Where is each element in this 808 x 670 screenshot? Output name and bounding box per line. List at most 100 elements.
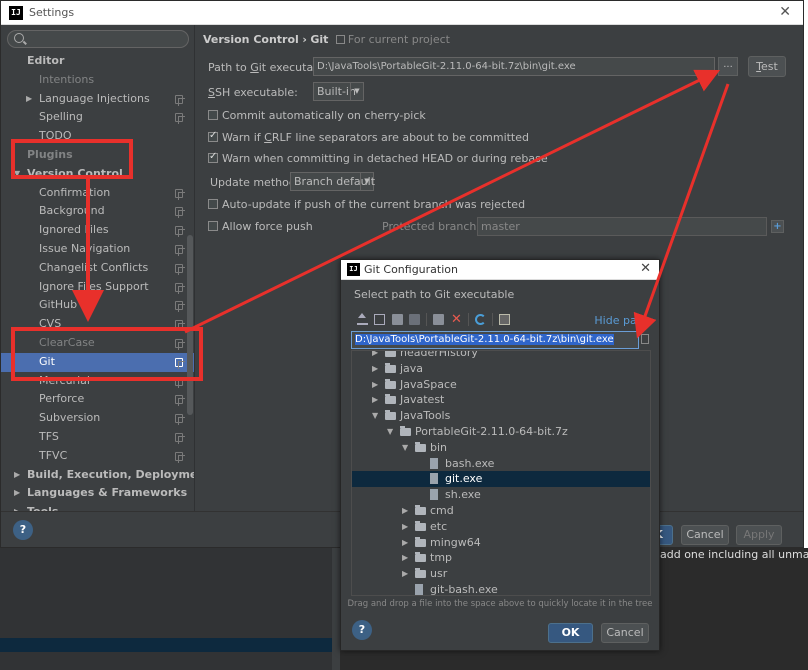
sidebar-item-git[interactable]: Git (1, 352, 194, 372)
folder-item[interactable]: ▼ bin (352, 440, 650, 456)
folder-item[interactable]: ▶ JavaSpace (352, 377, 650, 393)
sidebar-item-editor[interactable]: Editor (1, 52, 194, 71)
sidebar-item-version-control[interactable]: ▼ Version Control (1, 165, 194, 184)
settings-search-input[interactable] (7, 30, 189, 48)
sidebar-item-github[interactable]: GitHub (1, 296, 194, 315)
expand-right-icon[interactable]: ▶ (14, 484, 20, 503)
sidebar-item-tfvc[interactable]: TFVC (1, 447, 194, 466)
crlf-warning-checkbox[interactable] (208, 130, 218, 142)
expand-down-icon[interactable]: ▼ (372, 408, 378, 424)
folder-item[interactable]: ▶ usr (352, 566, 650, 582)
expand-down-icon[interactable]: ▼ (402, 440, 408, 456)
sidebar-item-ignored-files[interactable]: Ignored Files (1, 221, 194, 240)
test-button-label: est (761, 60, 778, 73)
close-icon[interactable]: ✕ (640, 261, 651, 276)
test-button[interactable]: Test (748, 56, 786, 77)
dialog-ok-button[interactable]: OK (548, 623, 593, 643)
expand-right-icon[interactable]: ▶ (402, 503, 408, 519)
dialog-cancel-button[interactable]: Cancel (601, 623, 649, 643)
sidebar-item-background[interactable]: Background (1, 202, 194, 221)
hide-path-link[interactable]: Hide path (594, 314, 648, 327)
sidebar-item-confirmation[interactable]: Confirmation (1, 184, 194, 203)
expand-right-icon[interactable]: ▶ (26, 90, 32, 109)
folder-item[interactable]: ▶ tmp (352, 550, 650, 566)
folder-item[interactable]: ▶ cmd (352, 503, 650, 519)
folder-icon (385, 378, 396, 389)
sidebar-item-changelist-conflicts[interactable]: Changelist Conflicts (1, 259, 194, 278)
expand-right-icon[interactable]: ▶ (402, 519, 408, 535)
sidebar-item-clearcase[interactable]: ClearCase (1, 334, 194, 353)
cancel-button[interactable]: Cancel (681, 525, 729, 545)
cherry-pick-checkbox[interactable] (208, 110, 218, 120)
sidebar-item-tfs[interactable]: TFS (1, 428, 194, 447)
ssh-label: SSH executable: (208, 86, 298, 99)
sidebar-item-issue-navigation[interactable]: Issue Navigation (1, 240, 194, 259)
sidebar-scrollbar[interactable] (187, 235, 193, 415)
tree-item-label: tmp (430, 551, 453, 565)
file-icon (415, 584, 423, 595)
protected-branches-input[interactable]: master (477, 217, 767, 236)
update-method-select[interactable]: Branch default ▼ (290, 172, 375, 191)
sidebar-item-cvs[interactable]: CVS (1, 315, 194, 334)
ssh-executable-select[interactable]: Built-in ▼ (313, 82, 364, 101)
sidebar-item-languages-frameworks[interactable]: ▶ Languages & Frameworks (1, 484, 194, 503)
expand-right-icon[interactable]: ▶ (372, 377, 378, 393)
sidebar-item-build-execution-deployment[interactable]: ▶ Build, Execution, Deployment (1, 466, 194, 485)
file-item[interactable]: bash.exe (352, 456, 650, 472)
dialog-path-input[interactable]: D:\JavaTools\PortableGit-2.11.0-64-bit.7… (351, 331, 639, 349)
new-folder-icon[interactable] (433, 314, 444, 325)
chevron-down-icon: ▼ (350, 83, 363, 100)
detached-head-checkbox[interactable] (208, 151, 218, 163)
folder-item[interactable]: ▶ Javatest (352, 392, 650, 408)
folder-item[interactable]: ▶ etc (352, 519, 650, 535)
expand-right-icon[interactable]: ▶ (14, 466, 20, 485)
crlf-label-pre: Warn if (222, 131, 265, 144)
delete-icon[interactable]: ✕ (451, 313, 462, 326)
folder-item[interactable]: ▼ PortableGit-2.11.0-64-bit.7z (352, 424, 650, 440)
file-item[interactable]: git.exe (352, 471, 650, 488)
folder-icon (385, 362, 396, 373)
file-item[interactable]: git-bash.exe (352, 582, 650, 595)
apply-button[interactable]: Apply (736, 525, 782, 545)
home-icon[interactable] (357, 313, 368, 325)
auto-update-checkbox[interactable] (208, 199, 218, 209)
module-folder-icon[interactable] (409, 314, 420, 325)
expand-right-icon[interactable]: ▶ (402, 566, 408, 582)
expand-down-icon[interactable]: ▼ (387, 424, 393, 440)
help-icon[interactable]: ? (13, 520, 33, 540)
folder-item[interactable]: ▼ JavaTools (352, 408, 650, 424)
sidebar-item-tools[interactable]: ▶ Tools (1, 503, 194, 511)
sidebar-item-mercurial[interactable]: Mercurial (1, 372, 194, 391)
git-path-input[interactable]: D:\JavaTools\PortableGit-2.11.0-64-bit.7… (313, 57, 715, 76)
folder-item[interactable]: ▶ headerHistory (352, 351, 650, 361)
expand-right-icon[interactable]: ▶ (14, 503, 20, 511)
expand-right-icon[interactable]: ▶ (372, 351, 378, 361)
project-settings-icon (175, 432, 185, 444)
help-icon[interactable]: ? (352, 620, 372, 640)
expand-right-icon[interactable]: ▶ (372, 392, 378, 408)
refresh-icon[interactable] (475, 314, 486, 325)
show-hidden-icon[interactable] (499, 314, 510, 325)
desktop-icon[interactable] (374, 314, 385, 325)
sidebar-item-plugins[interactable]: Plugins (1, 146, 194, 165)
sidebar-item-spelling[interactable]: Spelling (1, 108, 194, 127)
close-icon[interactable]: ✕ (779, 4, 791, 20)
file-item[interactable]: sh.exe (352, 487, 650, 503)
browse-button[interactable]: ... (718, 57, 738, 76)
expand-down-icon[interactable]: ▼ (14, 165, 20, 184)
add-branch-icon[interactable]: + (771, 220, 784, 233)
sidebar-item-perforce[interactable]: Perforce (1, 390, 194, 409)
sidebar-item-ignore-files-support[interactable]: Ignore Files Support (1, 278, 194, 297)
expand-right-icon[interactable]: ▶ (402, 550, 408, 566)
expand-right-icon[interactable]: ▶ (372, 361, 378, 377)
project-folder-icon[interactable] (392, 314, 403, 325)
sidebar-item-subversion[interactable]: Subversion (1, 409, 194, 428)
sidebar-item-todo[interactable]: TODO (1, 127, 194, 146)
path-history-icon[interactable] (641, 334, 649, 344)
folder-item[interactable]: ▶ java (352, 361, 650, 377)
sidebar-item-language-injections[interactable]: ▶ Language Injections (1, 90, 194, 109)
folder-item[interactable]: ▶ mingw64 (352, 535, 650, 551)
expand-right-icon[interactable]: ▶ (402, 535, 408, 551)
force-push-checkbox[interactable] (208, 221, 218, 231)
sidebar-item-intentions[interactable]: Intentions (1, 71, 194, 90)
